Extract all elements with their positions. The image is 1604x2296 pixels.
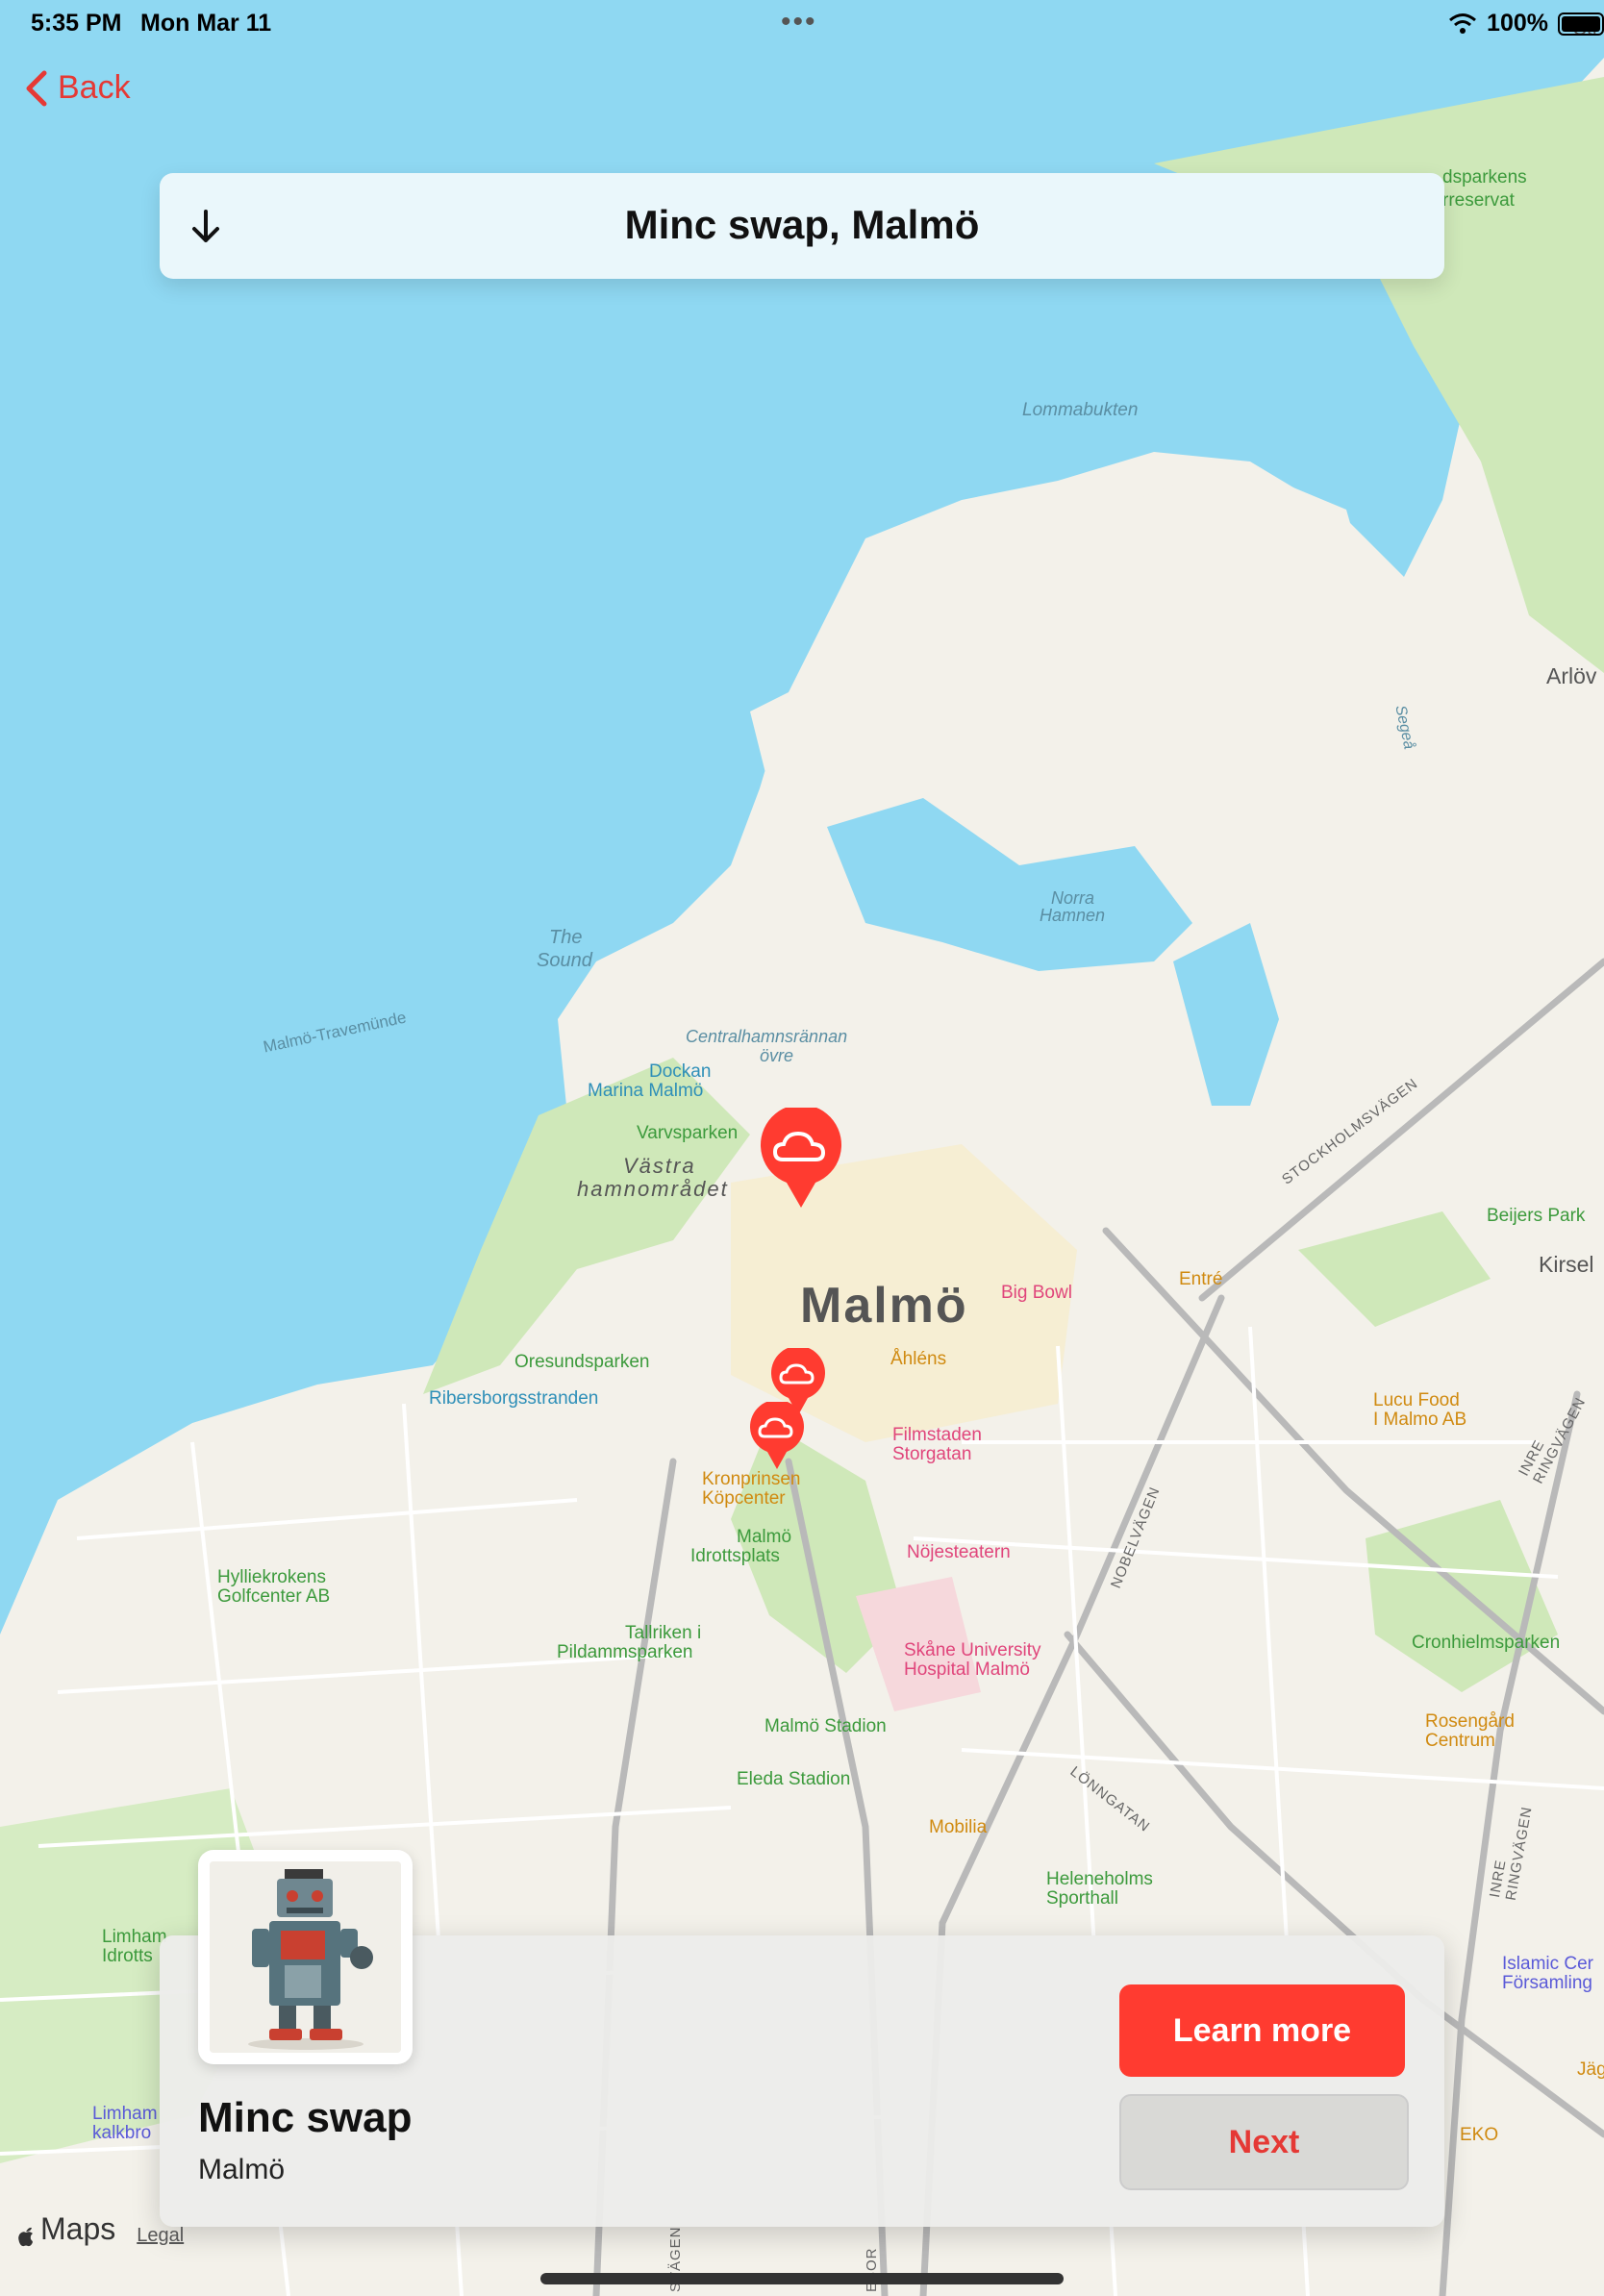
legal-link[interactable]: Legal — [137, 2225, 184, 2247]
park-label: dsparkens — [1442, 167, 1527, 187]
place-label: Hamnen — [1040, 906, 1106, 925]
poi-label: Eleda Stadion — [737, 1769, 851, 1789]
status-time: 5:35 PM — [31, 10, 122, 37]
park-label: Pildammsparken — [557, 1642, 693, 1662]
poi-label: Entré — [1179, 1269, 1223, 1289]
poi-label: Filmstaden — [892, 1425, 982, 1445]
poi-label: Centrum — [1425, 1731, 1495, 1751]
poi-label: Idrotts — [102, 1946, 153, 1966]
place-label: övre — [760, 1046, 794, 1065]
poi-label: Köpcenter — [702, 1488, 786, 1509]
poi-label: Ribersborgsstranden — [429, 1388, 599, 1409]
home-indicator[interactable] — [540, 2273, 1064, 2284]
place-label: Centralhamnsrännan — [686, 1027, 848, 1046]
poi-label: Islamic Cer — [1502, 1954, 1594, 1974]
learn-more-button[interactable]: Learn more — [1119, 1984, 1405, 2077]
poi-label: Storgatan — [892, 1444, 972, 1464]
park-label: Beijers Park — [1487, 1206, 1586, 1226]
cloud-pin[interactable] — [748, 1402, 806, 1469]
back-label: Back — [58, 69, 131, 106]
poi-label: Malmö Stadion — [764, 1716, 887, 1736]
poi-label: EKO — [1460, 2125, 1499, 2145]
title-bar: Minc swap, Malmö — [160, 173, 1444, 279]
poi-label: Åhléns — [890, 1349, 947, 1369]
page-title: Minc swap, Malmö — [624, 202, 980, 247]
chevron-left-icon — [26, 70, 47, 106]
status-date: Mon Mar 11 — [140, 10, 272, 37]
card-title: Minc swap — [198, 2094, 413, 2141]
district-label: hamnområdet — [577, 1177, 729, 1201]
place-label: Sound — [537, 950, 592, 971]
multitasking-dots-icon[interactable]: ••• — [781, 6, 817, 38]
place-label: Lommabukten — [1022, 400, 1139, 420]
poi-label: Församling — [1502, 1973, 1592, 1993]
poi-label: Idrottsplats — [690, 1546, 780, 1566]
battery-icon — [1558, 12, 1604, 36]
park-label: Oresundsparken — [514, 1352, 650, 1372]
poi-label: Malmö — [737, 1527, 792, 1547]
battery-percent: 100% — [1487, 10, 1548, 37]
poi-label: Nöjesteatern — [907, 1542, 1011, 1562]
apple-logo-icon — [18, 2227, 33, 2247]
district-label: Arlöv — [1546, 663, 1597, 688]
city-label[interactable]: Malmö — [800, 1277, 968, 1335]
cloud-pin[interactable] — [758, 1108, 844, 1208]
next-button[interactable]: Next — [1119, 2094, 1409, 2190]
poi-label: Skåne University — [904, 1640, 1041, 1660]
item-thumbnail[interactable] — [198, 1850, 413, 2064]
place-label: The — [549, 927, 583, 948]
poi-label: Lucu Food — [1373, 1390, 1460, 1410]
poi-label: Hospital Malmö — [904, 1660, 1030, 1680]
poi-label: Golfcenter AB — [217, 1586, 331, 1607]
back-button[interactable]: Back — [23, 69, 131, 107]
street-label: EBOR — [864, 2247, 880, 2292]
poi-label: Heleneholms — [1046, 1869, 1153, 1889]
status-indicators: 100% — [1448, 10, 1604, 37]
park-label: Tallriken i — [625, 1623, 702, 1643]
poi-label: Jäg — [1577, 2059, 1604, 2080]
park-label: rreservat — [1442, 190, 1515, 211]
poi-label: Limham — [102, 1927, 167, 1947]
poi-label: Sporthall — [1046, 1888, 1118, 1909]
maps-attribution: Maps Legal — [17, 2211, 184, 2247]
district-label: Kirsel — [1539, 1252, 1594, 1277]
poi-label: I Malmo AB — [1373, 1410, 1467, 1430]
poi-label: Big Bowl — [1001, 1283, 1072, 1303]
robot-image — [210, 1861, 401, 2053]
place-label: Marina Malmö — [588, 1081, 704, 1101]
card-subtitle: Malmö — [198, 2154, 286, 2185]
poi-label: kalkbro — [92, 2123, 152, 2143]
park-label: Cronhielmsparken — [1412, 1633, 1561, 1653]
maps-label: Maps — [40, 2211, 116, 2246]
park-label: Varvsparken — [637, 1123, 739, 1143]
district-label: Västra — [623, 1154, 696, 1178]
poi-label: Hylliekrokens — [217, 1567, 326, 1587]
poi-label: Mobilia — [929, 1817, 988, 1837]
place-label: Dockan — [649, 1061, 712, 1082]
poi-label: Rosengård — [1425, 1711, 1515, 1732]
status-bar: 5:35 PM Mon Mar 11 ••• 100% — [0, 0, 1604, 46]
poi-label: Kronprinsen — [702, 1469, 801, 1489]
poi-label: Limham — [92, 2104, 158, 2124]
wifi-icon — [1449, 12, 1477, 34]
